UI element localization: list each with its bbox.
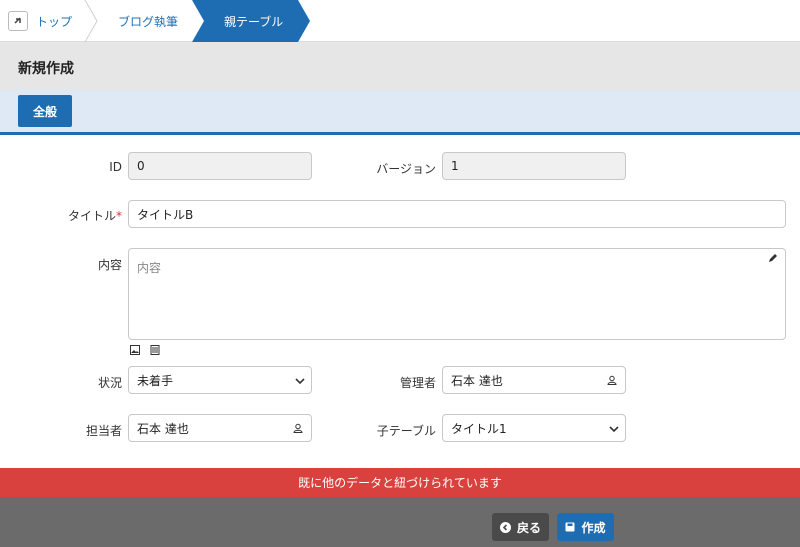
breadcrumb-separator [84,0,98,42]
manager-label: 管理者 [399,376,436,390]
id-field: 0 [128,152,312,180]
child-table-label: 子テーブル [376,424,436,438]
attachment-insert-icon[interactable] [150,345,160,355]
error-alert: 既に他のデータと紐づけられています [0,468,800,497]
edit-pencil-icon[interactable] [767,252,779,264]
title-bar [0,42,800,90]
tab-general[interactable]: 全般 [18,95,72,127]
status-select[interactable]: 未着手 [128,366,312,394]
required-mark: * [116,209,122,223]
title-input[interactable]: タイトルB [128,200,786,228]
user-icon[interactable] [293,423,303,433]
create-button[interactable]: 作成 [557,513,614,541]
footer-bar [0,497,800,547]
breadcrumb-item-blog[interactable]: ブログ執筆 [118,0,178,42]
chevron-down-icon [609,426,619,433]
back-arrow-icon [499,521,511,533]
content-textarea[interactable]: 内容 [128,248,786,340]
manager-field[interactable]: 石本 達也 [442,366,626,394]
manager-field-value: 石本 達也 [451,373,503,388]
chevron-down-icon [295,378,305,385]
image-insert-icon[interactable] [130,345,140,355]
title-label-text: タイトル [67,209,116,223]
back-button-label: 戻る [516,520,541,535]
owner-field[interactable]: 石本 達也 [128,414,312,442]
user-icon[interactable] [607,375,617,385]
status-label: 状況 [97,376,122,390]
owner-field-value: 石本 達也 [137,421,189,436]
version-field: 1 [442,152,626,180]
breadcrumb-item-top[interactable]: トップ [36,0,72,42]
back-button[interactable]: 戻る [492,513,549,541]
child-table-select[interactable]: タイトル1 [442,414,626,442]
owner-label: 担当者 [85,424,122,438]
status-select-value: 未着手 [137,373,174,388]
title-label: タイトル* [40,207,122,224]
child-table-select-value: タイトル1 [451,421,507,436]
id-label: ID [109,160,122,174]
content-label: 内容 [97,258,122,272]
page-title: 新規作成 [18,61,74,77]
version-label: バージョン [376,162,436,176]
breadcrumb-item-current: 親テーブル [224,14,284,29]
home-link-icon[interactable] [8,11,28,31]
create-button-label: 作成 [581,520,606,535]
tab-bar [0,90,800,135]
save-icon [565,522,575,532]
breadcrumb: トップ ブログ執筆 親テーブル [0,0,800,42]
